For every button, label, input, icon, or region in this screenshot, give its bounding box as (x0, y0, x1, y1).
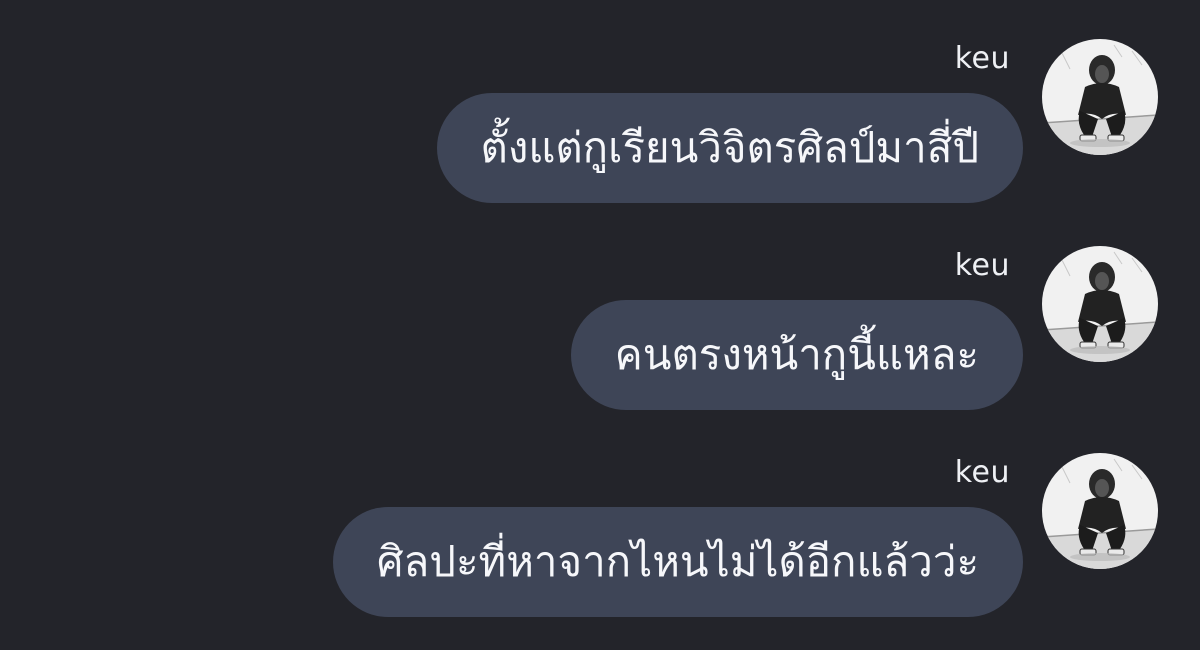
message-bubble[interactable]: ตั้งแต่กูเรียนวิจิตรศิลป์มาสี่ปี (436, 93, 1023, 203)
chat-thread: keu ตั้งแต่กูเรียนวิจิตรศิลป์มาสี่ปี keu… (0, 0, 1200, 644)
message-bubble[interactable]: คนตรงหน้ากูนี้แหละ (570, 300, 1023, 410)
sender-name: keu (954, 41, 1010, 76)
profile-photo-icon (1042, 453, 1158, 569)
message-row: keu คนตรงหน้ากูนี้แหละ (0, 243, 1200, 443)
message-bubble[interactable]: ศิลปะที่หาจากไหนไม่ได้อีกแล้วว่ะ (332, 507, 1023, 617)
profile-photo-icon (1042, 39, 1158, 155)
message-row: keu ตั้งแต่กูเรียนวิจิตรศิลป์มาสี่ปี (0, 36, 1200, 236)
avatar[interactable] (1042, 39, 1158, 155)
avatar[interactable] (1042, 246, 1158, 362)
sender-name: keu (954, 248, 1010, 283)
message-row: keu ศิลปะที่หาจากไหนไม่ได้อีกแล้วว่ะ (0, 450, 1200, 650)
avatar[interactable] (1042, 453, 1158, 569)
sender-name: keu (954, 455, 1010, 490)
profile-photo-icon (1042, 246, 1158, 362)
